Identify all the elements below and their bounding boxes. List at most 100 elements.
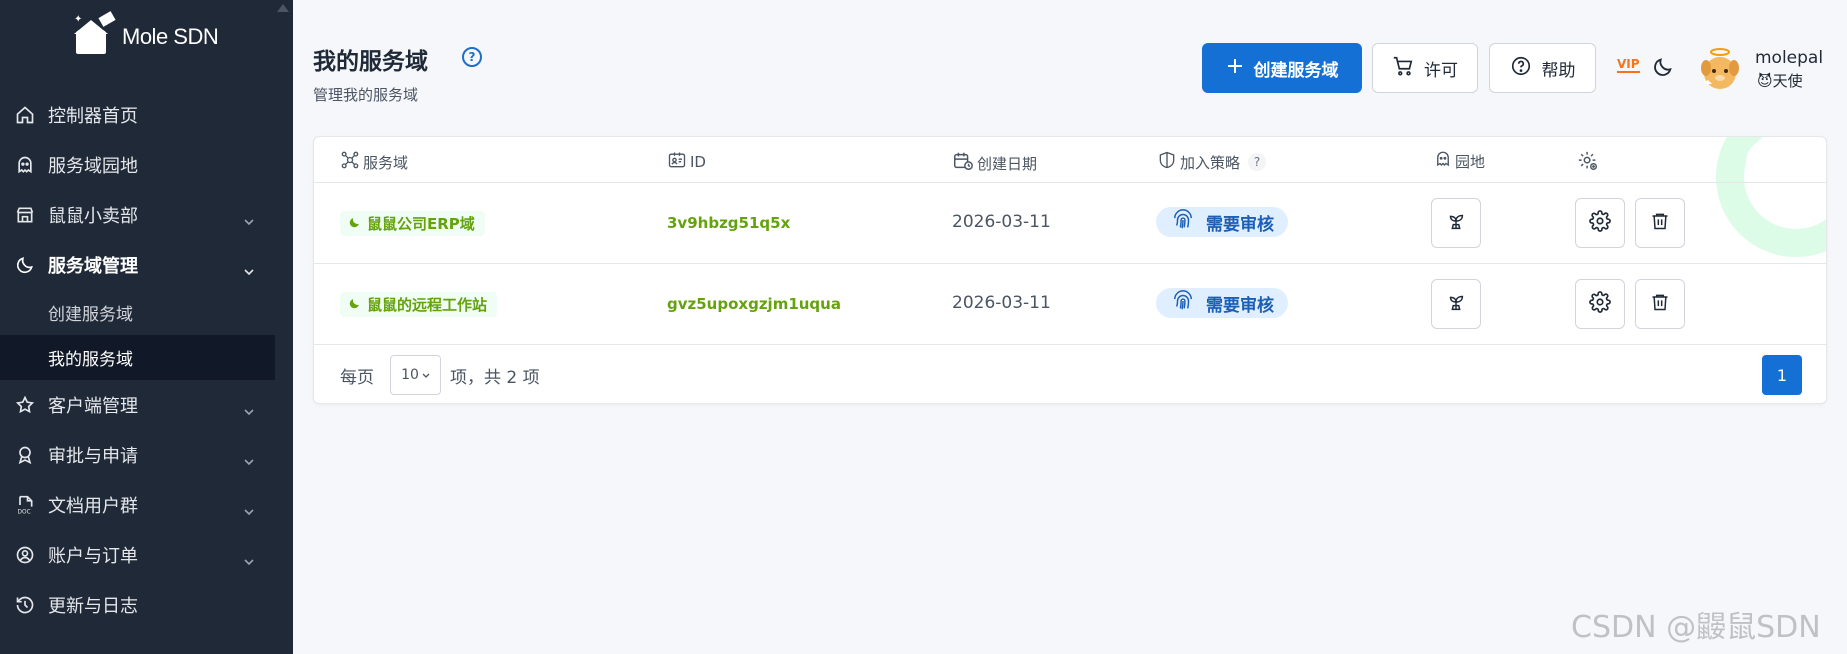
svg-text:DOC: DOC	[18, 509, 31, 515]
create-domain-button[interactable]: 创建服务域	[1202, 43, 1362, 93]
sidebar-item-mole-shop[interactable]: 鼠鼠小卖部	[0, 190, 293, 240]
table-row[interactable]: 鼠鼠的远程工作站 gvz5upoxgzjm1uqua 2026-03-11 需要…	[314, 264, 1826, 345]
help-label: 帮助	[1541, 60, 1576, 81]
question-circle-icon[interactable]: ?	[462, 47, 482, 67]
join-policy-label: 需要审核	[1206, 214, 1274, 235]
settings-button[interactable]	[1575, 198, 1625, 248]
domain-id[interactable]: gvz5upoxgzjm1uqua	[667, 295, 841, 313]
fingerprint-icon	[1172, 208, 1194, 236]
user-role: 😈天使	[1757, 72, 1803, 90]
sidebar-item-domain-management[interactable]: 服务域管理	[0, 240, 293, 290]
fingerprint-icon	[1172, 289, 1194, 317]
sidebar-item-approvals[interactable]: 审批与申请	[0, 430, 293, 480]
chevron-down-icon	[243, 450, 255, 471]
domain-id[interactable]: 3v9hbzg51q5x	[667, 214, 790, 232]
sidebar: ✦ Mole SDN 控制器首页 服务域园地 鼠鼠小卖部 服务域管理 创建服务域…	[0, 0, 293, 654]
sidebar-item-label: 文档用户群	[48, 496, 138, 517]
help-button[interactable]: 帮助	[1489, 43, 1596, 93]
column-label: 服务域	[363, 153, 409, 172]
sidebar-subitem-my-domains[interactable]: 我的服务域	[0, 335, 275, 380]
store-icon	[14, 204, 36, 226]
sidebar-item-label: 服务域管理	[48, 256, 138, 277]
cart-icon	[1392, 55, 1414, 82]
moon-icon	[14, 254, 36, 276]
created-date: 2026-03-11	[952, 293, 1051, 313]
column-header-settings[interactable]	[1577, 150, 1602, 176]
table-row[interactable]: 鼠鼠公司ERP域 3v9hbzg51q5x 2026-03-11 需要审核	[314, 183, 1826, 264]
column-header-garden[interactable]: 园地	[1434, 150, 1485, 172]
chevron-down-icon	[243, 550, 255, 571]
column-label: 加入策略	[1180, 153, 1241, 172]
vip-badge[interactable]: VIP	[1617, 58, 1640, 73]
shield-icon	[1157, 150, 1177, 174]
table-header: 服务域 ID 创建日期 加入策略 ? 园地	[314, 137, 1826, 183]
license-label: 许可	[1424, 60, 1458, 81]
domain-name-badge[interactable]: 鼠鼠公司ERP域	[340, 211, 485, 236]
garden-button[interactable]	[1431, 279, 1481, 329]
sidebar-item-account-orders[interactable]: 账户与订单	[0, 530, 293, 580]
sidebar-item-label: 审批与申请	[48, 446, 138, 467]
chevron-down-icon	[243, 500, 255, 521]
avatar[interactable]	[1696, 46, 1744, 94]
join-policy-badge[interactable]: 需要审核	[1156, 207, 1288, 237]
sidebar-item-label: 客户端管理	[48, 396, 138, 417]
delete-button[interactable]	[1635, 279, 1685, 329]
mole-logo-icon: ✦	[74, 11, 116, 54]
ghost-icon	[1434, 150, 1452, 172]
sidebar-item-controller-home[interactable]: 控制器首页	[0, 90, 293, 140]
column-header-created-date[interactable]: 创建日期	[952, 150, 1037, 176]
gear-icon	[1589, 291, 1611, 317]
logo-text: Mole SDN	[122, 24, 219, 49]
sidebar-item-client-management[interactable]: 客户端管理	[0, 380, 293, 430]
chevron-down-icon	[243, 260, 255, 281]
moon-icon	[348, 215, 361, 233]
domain-table-card: 服务域 ID 创建日期 加入策略 ? 园地 鼠鼠公司ERP域 3v9hbzg51…	[313, 136, 1827, 404]
chevron-down-icon	[243, 210, 255, 231]
page-title: 我的服务域	[313, 49, 428, 75]
domain-name-badge[interactable]: 鼠鼠的远程工作站	[340, 292, 498, 317]
dark-mode-toggle-icon[interactable]	[1652, 56, 1674, 82]
column-header-id[interactable]: ID	[667, 150, 706, 174]
page-button-current[interactable]: 1	[1762, 355, 1802, 395]
total-count-label: 项，共 2 项	[450, 368, 540, 388]
trash-icon	[1650, 291, 1670, 317]
sidebar-item-label: 账户与订单	[48, 546, 138, 567]
star-icon	[14, 394, 36, 416]
moon-icon	[348, 296, 361, 314]
garden-button[interactable]	[1431, 198, 1481, 248]
sidebar-item-updates-logs[interactable]: 更新与日志	[0, 580, 293, 630]
domain-name: 鼠鼠公司ERP域	[367, 215, 475, 233]
sidebar-item-label: 控制器首页	[48, 106, 138, 127]
join-policy-label: 需要审核	[1206, 295, 1274, 316]
created-date: 2026-03-11	[952, 212, 1051, 232]
license-button[interactable]: 许可	[1372, 43, 1478, 93]
delete-button[interactable]	[1635, 198, 1685, 248]
calendar-clock-icon	[952, 150, 974, 176]
page-subtitle: 管理我的服务域	[313, 86, 419, 104]
ghost-icon	[14, 154, 36, 176]
id-card-icon	[667, 150, 687, 174]
pagination: 每页 10 项，共 2 项 1	[314, 345, 1826, 403]
column-label: ID	[690, 153, 706, 171]
sidebar-item-doc-user-group[interactable]: DOC 文档用户群	[0, 480, 293, 530]
sidebar-item-domain-garden[interactable]: 服务域园地	[0, 140, 293, 190]
sprout-icon	[1445, 291, 1467, 317]
column-label: 创建日期	[977, 154, 1038, 173]
sidebar-item-label: 鼠鼠小卖部	[48, 206, 138, 227]
user-name: molepal	[1755, 48, 1824, 68]
page-size-select[interactable]: 10	[390, 355, 441, 395]
sidebar-subitem-create-domain[interactable]: 创建服务域	[0, 290, 293, 335]
help-badge-icon[interactable]: ?	[1248, 153, 1267, 171]
settings-button[interactable]	[1575, 279, 1625, 329]
gear-icon	[1589, 210, 1611, 236]
scroll-up-arrow[interactable]	[277, 4, 289, 12]
network-icon	[340, 150, 360, 174]
column-header-domain[interactable]: 服务域	[340, 150, 408, 174]
column-header-join-policy[interactable]: 加入策略 ?	[1157, 150, 1267, 174]
home-icon	[14, 104, 36, 126]
doc-icon: DOC	[14, 494, 36, 516]
page-size-value: 10	[401, 367, 419, 383]
app-logo[interactable]: ✦ Mole SDN	[74, 11, 219, 54]
sprout-icon	[1445, 210, 1467, 236]
join-policy-badge[interactable]: 需要审核	[1156, 288, 1288, 318]
